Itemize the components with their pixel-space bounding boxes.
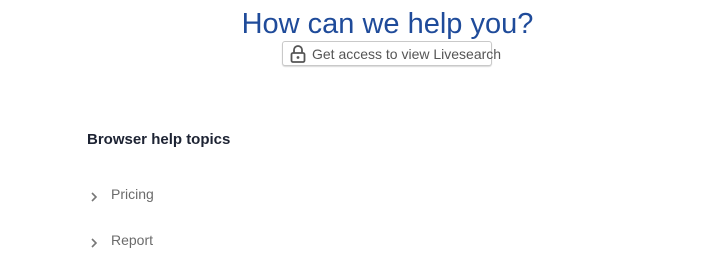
topic-label: Pricing (111, 186, 154, 202)
chevron-right-icon (90, 235, 98, 248)
help-page: How can we help you? Get access to view … (0, 0, 711, 268)
topic-item-report[interactable]: Report (90, 229, 154, 251)
topic-label: Report (111, 232, 154, 248)
help-topics-list: Pricing Report (90, 183, 154, 268)
topic-item-pricing[interactable]: Pricing (90, 183, 154, 205)
get-access-label: Get access to view Livesearch (312, 45, 502, 62)
lock-icon (290, 44, 306, 63)
get-access-livesearch-button[interactable]: Get access to view Livesearch (282, 41, 501, 66)
page-title: How can we help you? (241, 8, 534, 40)
chevron-right-icon (90, 189, 98, 202)
help-topics-heading: Browser help topics (87, 131, 231, 148)
